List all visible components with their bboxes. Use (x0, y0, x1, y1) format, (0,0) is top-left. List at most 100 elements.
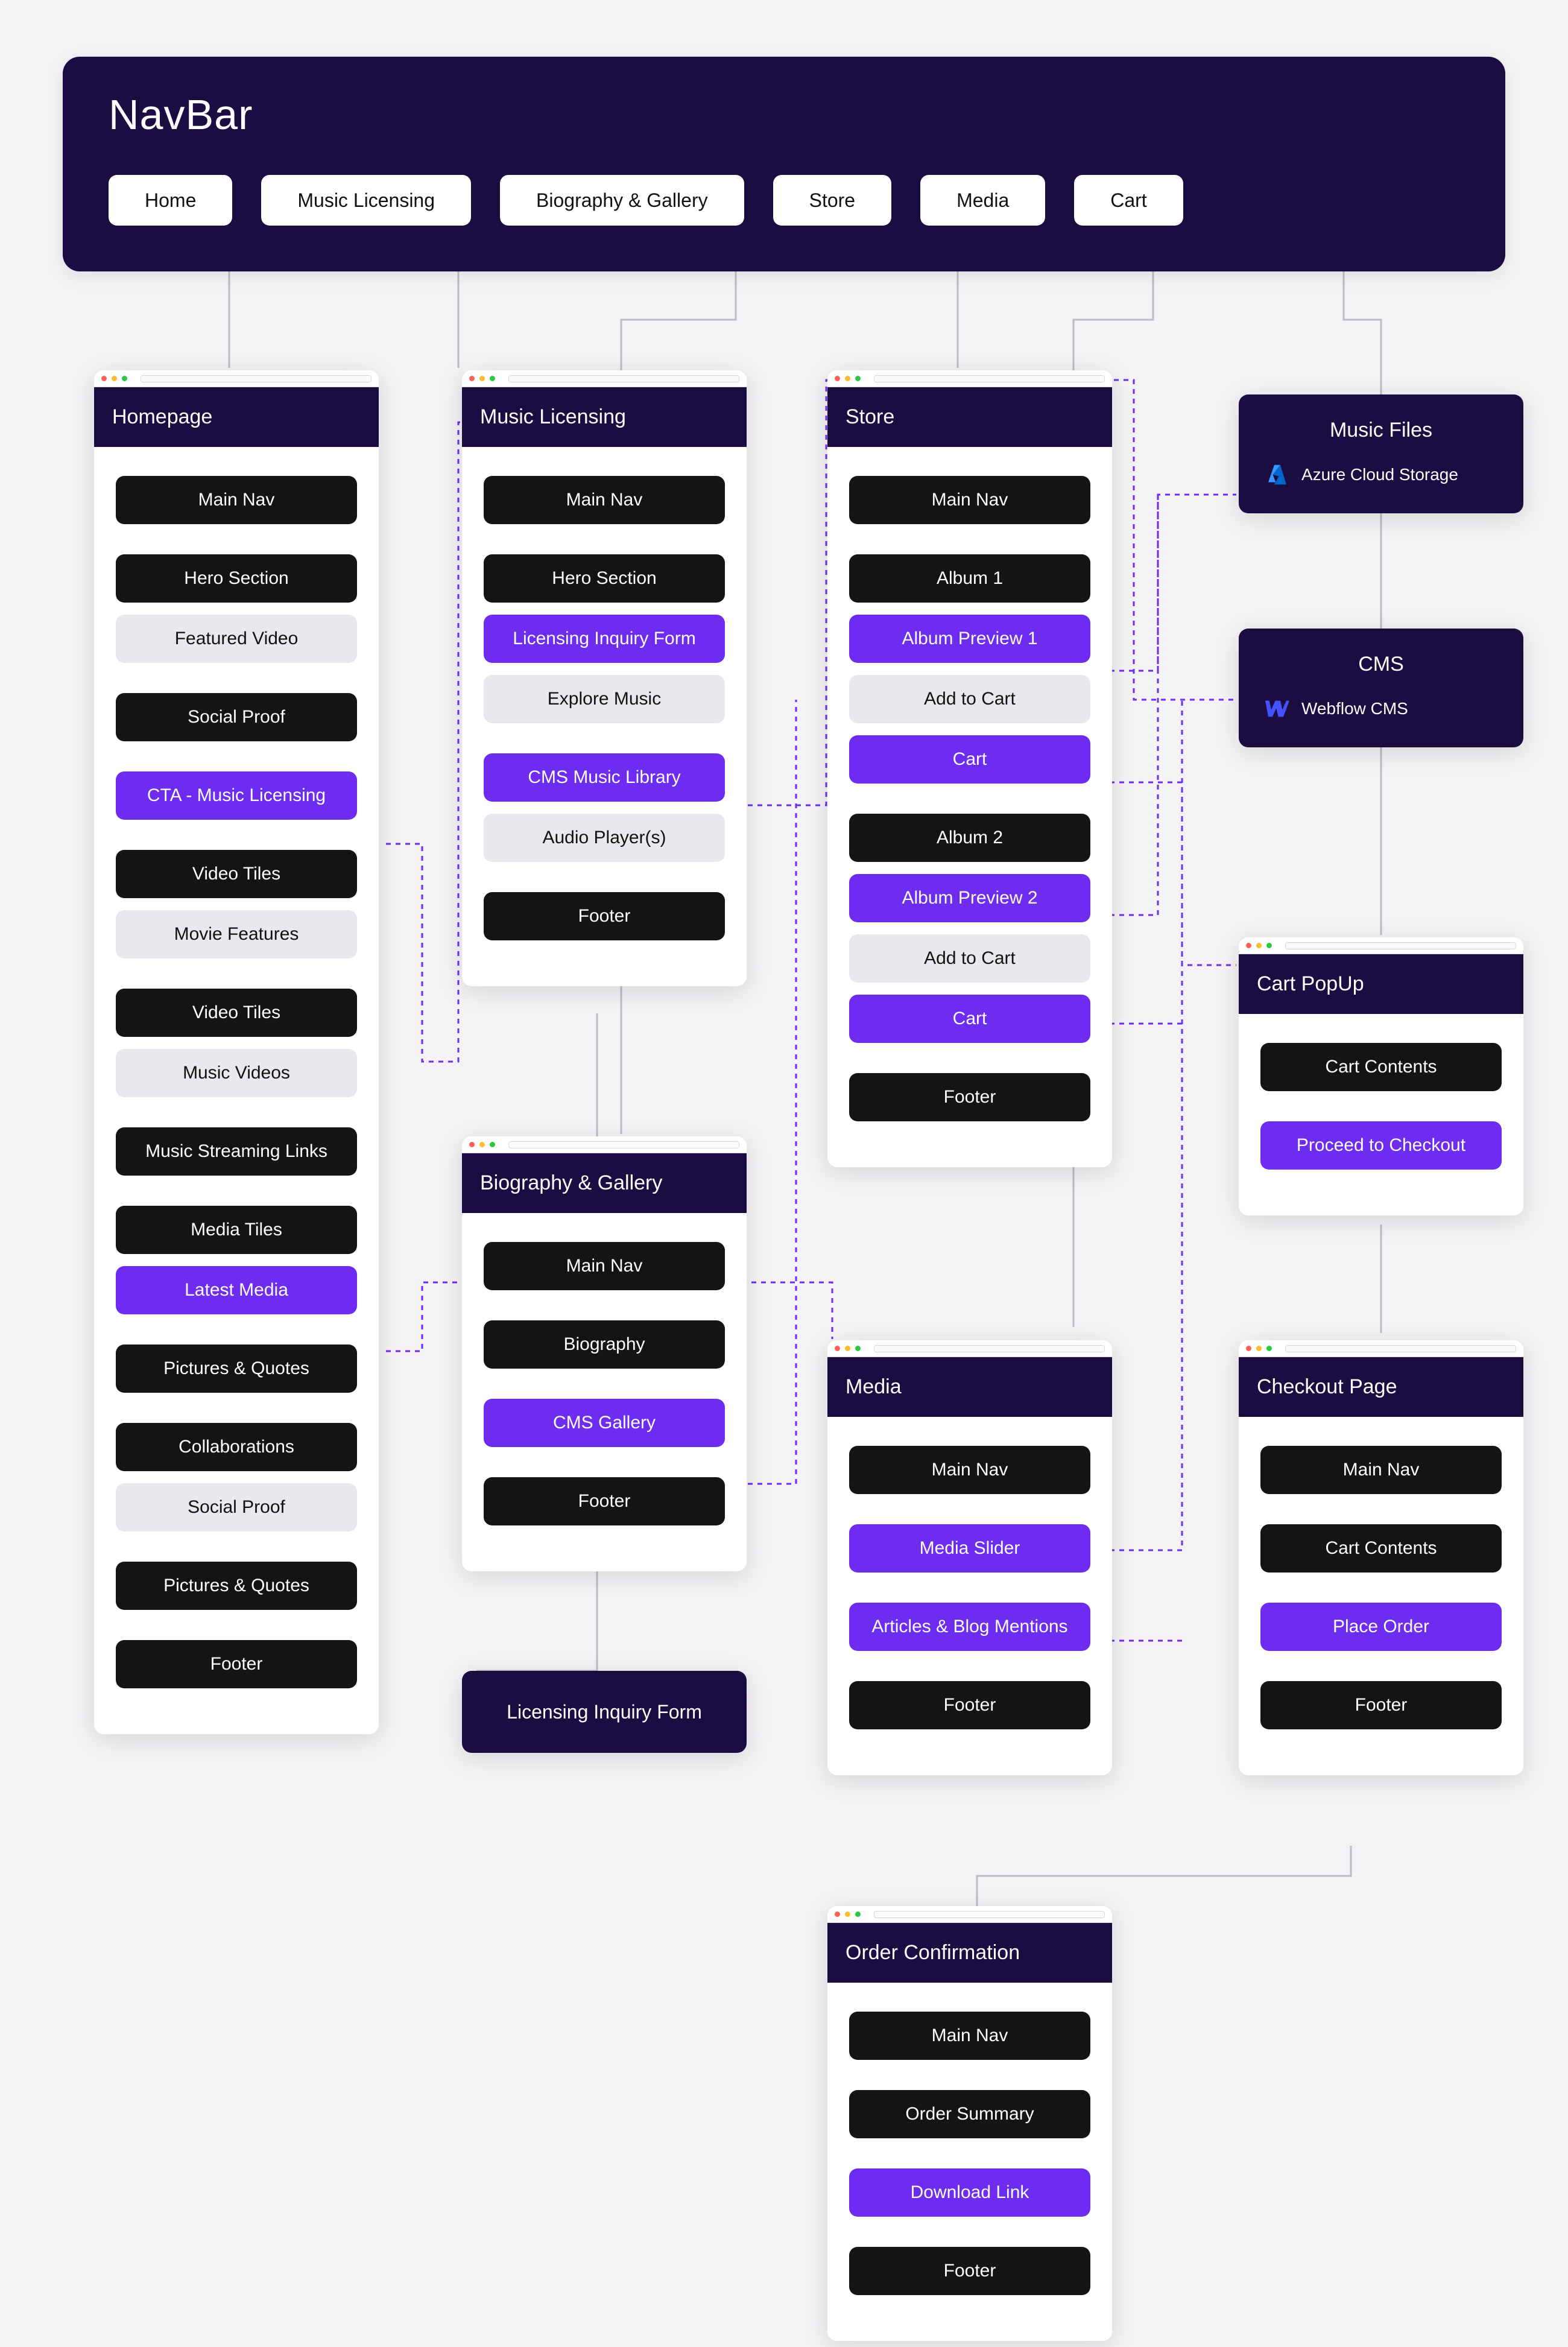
homepage-segment: Featured Video (116, 615, 357, 663)
store-segment[interactable]: Album Preview 1 (849, 615, 1090, 663)
webflow-icon (1265, 697, 1289, 721)
biography-segment[interactable]: Biography (484, 1320, 725, 1369)
homepage-segment: Movie Features (116, 910, 357, 958)
homepage-segment[interactable]: Pictures & Quotes (116, 1345, 357, 1393)
card-body: Main Nav Hero Section Licensing Inquiry Fo… (462, 447, 747, 986)
window-chrome (827, 1340, 1112, 1357)
biography-segment[interactable]: CMS Gallery (484, 1399, 725, 1447)
homepage-segment: Social Proof (116, 1483, 357, 1531)
music-files-label: Azure Cloud Storage (1301, 465, 1458, 484)
nav-media[interactable]: Media (920, 175, 1045, 226)
card-homepage: Homepage Main Nav Hero Section Featured Vid… (94, 370, 379, 1734)
window-chrome (827, 1906, 1112, 1923)
homepage-segment[interactable]: Hero Section (116, 554, 357, 603)
navbar-row: Home Music Licensing Biography & Gallery… (109, 175, 1459, 226)
biography-segment[interactable]: Main Nav (484, 1242, 725, 1290)
nav-store[interactable]: Store (773, 175, 891, 226)
cartpopup-segment[interactable]: Proceed to Checkout (1260, 1121, 1502, 1170)
card-body: Main Nav Album 1 Album Preview 1 Add to Car… (827, 447, 1112, 1167)
window-chrome (827, 370, 1112, 387)
cms-label: Webflow CMS (1301, 699, 1408, 718)
card-body: Main Nav Biography CMS Gallery Footer (462, 1213, 747, 1571)
homepage-segment[interactable]: Video Tiles (116, 989, 357, 1037)
window-chrome (462, 1136, 747, 1153)
biography-segment[interactable]: Footer (484, 1477, 725, 1525)
media-segment[interactable]: Footer (849, 1681, 1090, 1729)
navbar-title: NavBar (109, 90, 1459, 139)
licensing-segment[interactable]: CMS Music Library (484, 753, 725, 802)
card-body: Cart Contents Proceed to Checkout (1239, 1014, 1523, 1215)
cartpopup-segment[interactable]: Cart Contents (1260, 1043, 1502, 1091)
store-segment: Add to Cart (849, 675, 1090, 723)
card-title: Store (827, 387, 1112, 447)
orderconf-segment[interactable]: Main Nav (849, 2012, 1090, 2060)
store-segment[interactable]: Main Nav (849, 476, 1090, 524)
checkout-segment[interactable]: Footer (1260, 1681, 1502, 1729)
azure-icon (1265, 463, 1289, 487)
card-licensing: Music Licensing Main Nav Hero Section Licen… (462, 370, 747, 986)
card-title: Order Confirmation (827, 1923, 1112, 1983)
homepage-segment[interactable]: Main Nav (116, 476, 357, 524)
nav-home[interactable]: Home (109, 175, 232, 226)
licensing-segment[interactable]: Main Nav (484, 476, 725, 524)
card-title: Homepage (94, 387, 379, 447)
homepage-segment[interactable]: Social Proof (116, 693, 357, 741)
orderconf-segment[interactable]: Footer (849, 2247, 1090, 2295)
card-checkout: Checkout Page Main Nav Cart Contents Place … (1239, 1340, 1523, 1775)
music-files-title: Music Files (1260, 419, 1502, 442)
navbar-card: NavBar Home Music Licensing Biography & … (63, 57, 1505, 271)
licensing-segment[interactable]: Licensing Inquiry Form (484, 615, 725, 663)
checkout-segment[interactable]: Cart Contents (1260, 1524, 1502, 1573)
store-segment[interactable]: Album 1 (849, 554, 1090, 603)
orderconf-segment[interactable]: Order Summary (849, 2090, 1090, 2138)
card-title: Music Licensing (462, 387, 747, 447)
cms-block: CMS Webflow CMS (1239, 629, 1523, 747)
store-segment[interactable]: Cart (849, 735, 1090, 784)
checkout-segment[interactable]: Place Order (1260, 1603, 1502, 1651)
cms-title: CMS (1260, 653, 1502, 676)
licensing-segment: Audio Player(s) (484, 814, 725, 862)
licensing-segment[interactable]: Footer (484, 892, 725, 940)
card-biography: Biography & Gallery Main Nav Biography CMS … (462, 1136, 747, 1571)
card-title: Cart PopUp (1239, 954, 1523, 1014)
checkout-segment[interactable]: Main Nav (1260, 1446, 1502, 1494)
card-media: Media Main Nav Media Slider Articles & Blog… (827, 1340, 1112, 1775)
licensing-segment[interactable]: Hero Section (484, 554, 725, 603)
homepage-segment[interactable]: Collaborations (116, 1423, 357, 1471)
card-cart-popup: Cart PopUp Cart Contents Proceed to Checko… (1239, 937, 1523, 1215)
card-body: Main Nav Cart Contents Place Order Footer (1239, 1417, 1523, 1775)
card-store: Store Main Nav Album 1 Album Preview 1 Add t… (827, 370, 1112, 1167)
window-chrome (94, 370, 379, 387)
orderconf-segment[interactable]: Download Link (849, 2168, 1090, 2217)
card-title: Biography & Gallery (462, 1153, 747, 1213)
window-chrome (462, 370, 747, 387)
homepage-segment: Music Videos (116, 1049, 357, 1097)
store-segment[interactable]: Cart (849, 995, 1090, 1043)
card-order-confirmation: Order Confirmation Main Nav Order Summary D… (827, 1906, 1112, 2341)
store-segment: Add to Cart (849, 934, 1090, 983)
card-body: Main Nav Order Summary Download Link Footer (827, 1983, 1112, 2341)
homepage-segment[interactable]: CTA - Music Licensing (116, 771, 357, 820)
store-segment[interactable]: Album 2 (849, 814, 1090, 862)
store-segment[interactable]: Album Preview 2 (849, 874, 1090, 922)
licensing-segment: Explore Music (484, 675, 725, 723)
window-chrome (1239, 1340, 1523, 1357)
homepage-segment[interactable]: Music Streaming Links (116, 1127, 357, 1176)
homepage-segment[interactable]: Video Tiles (116, 850, 357, 898)
card-title: Checkout Page (1239, 1357, 1523, 1417)
music-files-block: Music Files Azure Cloud Storage (1239, 394, 1523, 513)
nav-licensing[interactable]: Music Licensing (261, 175, 471, 226)
store-segment[interactable]: Footer (849, 1073, 1090, 1121)
homepage-segment[interactable]: Footer (116, 1640, 357, 1688)
homepage-segment[interactable]: Latest Media (116, 1266, 357, 1314)
card-title: Media (827, 1357, 1112, 1417)
homepage-segment[interactable]: Media Tiles (116, 1206, 357, 1254)
media-segment[interactable]: Articles & Blog Mentions (849, 1603, 1090, 1651)
media-segment[interactable]: Main Nav (849, 1446, 1090, 1494)
homepage-segment[interactable]: Pictures & Quotes (116, 1562, 357, 1610)
media-segment[interactable]: Media Slider (849, 1524, 1090, 1573)
nav-cart[interactable]: Cart (1074, 175, 1183, 226)
card-body: Main Nav Media Slider Articles & Blog Ment… (827, 1417, 1112, 1775)
licensing-form-block: Licensing Inquiry Form (462, 1671, 747, 1753)
nav-biography[interactable]: Biography & Gallery (500, 175, 744, 226)
